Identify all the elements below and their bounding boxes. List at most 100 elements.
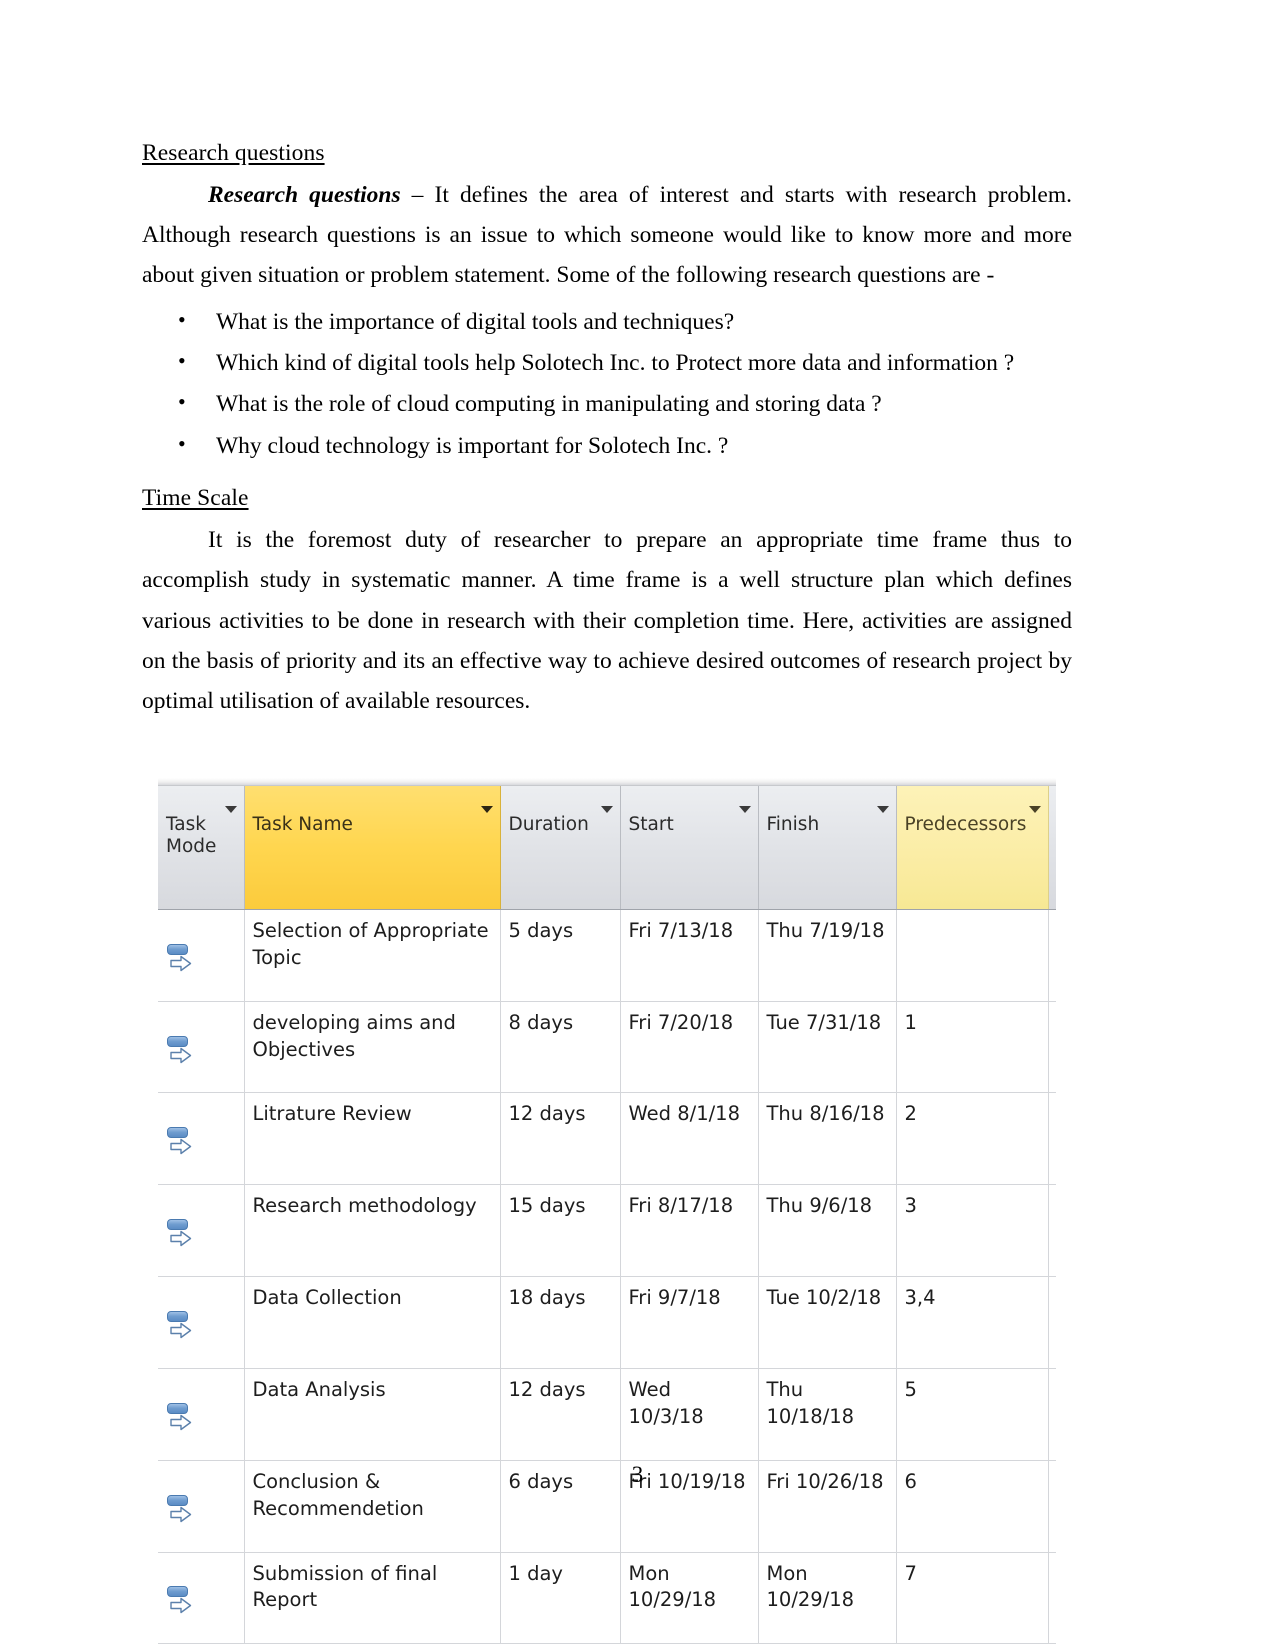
filter-dropdown-icon[interactable] (1028, 806, 1041, 813)
heading-time-scale: Time Scale (142, 485, 249, 512)
list-item: Which kind of digital tools help Solotec… (142, 342, 1072, 384)
cell-partial (1048, 1552, 1056, 1645)
cell-start[interactable]: Wed 8/1/18 (620, 1092, 759, 1186)
auto-schedule-icon (166, 1127, 196, 1157)
table-row[interactable]: Selection of Appropriate Topic 5 days Fr… (158, 909, 1056, 1002)
cell-task-mode[interactable] (158, 1092, 245, 1186)
cell-task-name[interactable]: Selection of Appropriate Topic (244, 909, 501, 1002)
cell-finish[interactable]: Thu 9/6/18 (758, 1184, 897, 1278)
cell-task-name[interactable]: Research methodology (244, 1184, 501, 1278)
column-header-label: Task Name (252, 813, 353, 835)
filter-dropdown-icon[interactable] (480, 806, 493, 813)
cell-duration[interactable]: 1 day (500, 1552, 621, 1645)
paragraph-time-scale: It is the foremost duty of researcher to… (142, 520, 1072, 722)
cell-start[interactable]: Wed 10/3/18 (620, 1368, 759, 1461)
cell-duration[interactable]: 18 days (500, 1276, 621, 1369)
cell-task-mode[interactable] (158, 1368, 245, 1461)
cell-task-name[interactable]: developing aims and Objectives (244, 1001, 501, 1094)
table-row[interactable]: Litrature Review 12 days Wed 8/1/18 Thu … (158, 1092, 1056, 1186)
table-header-row: Task Mode Task Name Duration Start Finis… (158, 786, 1056, 910)
list-item: What is the role of cloud computing in m… (142, 383, 1072, 425)
table-top-edge (158, 778, 1056, 786)
cell-task-mode[interactable] (158, 1001, 245, 1094)
cell-partial (1048, 1368, 1056, 1461)
cell-predecessors[interactable]: 3,4 (896, 1276, 1049, 1369)
table-row[interactable]: developing aims and Objectives 8 days Fr… (158, 1001, 1056, 1094)
task-table-body: Selection of Appropriate Topic 5 days Fr… (158, 909, 1056, 1645)
column-header-task-mode[interactable]: Task Mode (158, 786, 245, 910)
cell-start[interactable]: Mon 10/29/18 (620, 1552, 759, 1645)
paragraph-lead-term: Research questions (208, 181, 401, 208)
cell-task-mode[interactable] (158, 1184, 245, 1278)
cell-predecessors[interactable]: 2 (896, 1092, 1049, 1186)
cell-task-mode[interactable] (158, 909, 245, 1002)
cell-partial (1048, 1276, 1056, 1369)
cell-partial (1048, 1184, 1056, 1278)
cell-predecessors[interactable]: 7 (896, 1552, 1049, 1645)
auto-schedule-icon (166, 1402, 196, 1433)
filter-dropdown-icon[interactable] (224, 806, 237, 813)
column-header-label: Finish (766, 813, 820, 835)
table-row[interactable]: Submission of final Report 1 day Mon 10/… (158, 1552, 1056, 1645)
table-row[interactable]: Data Analysis 12 days Wed 10/3/18 Thu 10… (158, 1368, 1056, 1461)
cell-task-name[interactable]: Data Analysis (244, 1368, 501, 1461)
auto-schedule-icon (166, 1586, 196, 1616)
cell-finish[interactable]: Tue 10/2/18 (758, 1276, 897, 1369)
page-number: 3 (631, 1462, 644, 1487)
document-page: Research questions Research questions – … (0, 0, 1275, 1651)
task-table: Task Mode Task Name Duration Start Finis… (158, 786, 1056, 1645)
cell-finish[interactable]: Thu 8/16/18 (758, 1092, 897, 1186)
column-header-start[interactable]: Start (620, 786, 759, 910)
cell-duration[interactable]: 5 days (500, 909, 621, 1002)
table-row[interactable]: Data Collection 18 days Fri 9/7/18 Tue 1… (158, 1276, 1056, 1369)
cell-finish[interactable]: Tue 7/31/18 (758, 1001, 897, 1094)
cell-predecessors[interactable] (896, 909, 1049, 1002)
cell-predecessors[interactable]: 1 (896, 1001, 1049, 1094)
cell-task-name[interactable]: Submission of final Report (244, 1552, 501, 1645)
cell-predecessors[interactable]: 5 (896, 1368, 1049, 1461)
column-header-partial (1048, 786, 1056, 910)
filter-dropdown-icon[interactable] (876, 806, 889, 813)
cell-start[interactable]: Fri 8/17/18 (620, 1184, 759, 1278)
cell-finish[interactable]: Thu 10/18/18 (758, 1368, 897, 1461)
column-header-predecessors[interactable]: Predecessors (896, 786, 1049, 910)
column-header-label: Duration (508, 813, 589, 835)
cell-finish[interactable]: Mon 10/29/18 (758, 1552, 897, 1645)
column-header-label: Task Mode (166, 813, 217, 858)
cell-start[interactable]: Fri 7/20/18 (620, 1001, 759, 1094)
auto-schedule-icon (166, 1219, 196, 1249)
column-header-finish[interactable]: Finish (758, 786, 897, 910)
column-header-task-name[interactable]: Task Name (244, 786, 501, 910)
paragraph-research-questions-intro: Research questions – It defines the area… (142, 175, 1072, 296)
paragraph-text: It is the foremost duty of researcher to… (142, 526, 1072, 715)
cell-finish[interactable]: Thu 7/19/18 (758, 909, 897, 1002)
research-questions-list: What is the importance of digital tools … (142, 301, 1072, 467)
cell-partial (1048, 909, 1056, 1002)
auto-schedule-icon (166, 1494, 196, 1525)
column-header-duration[interactable]: Duration (500, 786, 621, 910)
column-header-label: Predecessors (904, 813, 1027, 835)
filter-dropdown-icon[interactable] (600, 806, 613, 813)
cell-duration[interactable]: 12 days (500, 1368, 621, 1461)
heading-research-questions: Research questions (142, 140, 325, 166)
cell-task-mode[interactable] (158, 1276, 245, 1369)
cell-predecessors[interactable]: 3 (896, 1184, 1049, 1278)
auto-schedule-icon (166, 1035, 196, 1066)
cell-start[interactable]: Fri 9/7/18 (620, 1276, 759, 1369)
cell-task-mode[interactable] (158, 1552, 245, 1645)
cell-partial (1048, 1001, 1056, 1094)
cell-duration[interactable]: 15 days (500, 1184, 621, 1278)
filter-dropdown-icon[interactable] (738, 806, 751, 813)
project-schedule-table: Task Mode Task Name Duration Start Finis… (158, 778, 1056, 1645)
cell-start[interactable]: Fri 7/13/18 (620, 909, 759, 1002)
column-header-label: Start (628, 813, 674, 835)
cell-task-name[interactable]: Litrature Review (244, 1092, 501, 1186)
list-item: Why cloud technology is important for So… (142, 425, 1072, 467)
document-body: Research questions Research questions – … (142, 138, 1072, 722)
table-row[interactable]: Research methodology 15 days Fri 8/17/18… (158, 1184, 1056, 1278)
cell-task-name[interactable]: Data Collection (244, 1276, 501, 1369)
cell-duration[interactable]: 8 days (500, 1001, 621, 1094)
cell-partial (1048, 1092, 1056, 1186)
cell-duration[interactable]: 12 days (500, 1092, 621, 1186)
list-item: What is the importance of digital tools … (142, 301, 1072, 343)
